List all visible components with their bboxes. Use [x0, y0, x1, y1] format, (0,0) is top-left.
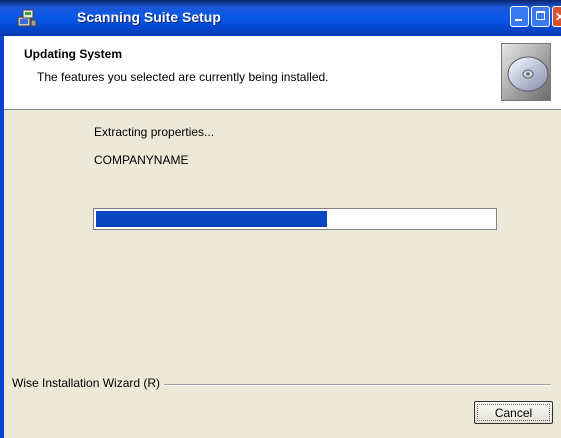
close-button[interactable]: ✕ [552, 6, 561, 27]
header-subtitle: The features you selected are currently … [37, 70, 329, 84]
cancel-button[interactable]: Cancel [474, 401, 553, 424]
cd-disc-icon [501, 43, 551, 101]
header-title: Updating System [24, 47, 123, 61]
status-action-text: Extracting properties... [94, 125, 215, 139]
minimize-button[interactable] [510, 6, 529, 27]
close-icon: ✕ [555, 10, 561, 24]
footer-brand-label: Wise Installation Wizard (R) [12, 376, 165, 390]
focus-rect [477, 404, 550, 421]
maximize-button[interactable] [531, 6, 550, 27]
status-detail-text: COMPANYNAME [94, 153, 189, 167]
title-bar[interactable]: Scanning Suite Setup ✕ [0, 0, 561, 36]
maximize-icon [536, 11, 545, 20]
setup-installer-icon [17, 8, 37, 28]
window-title: Scanning Suite Setup [77, 9, 221, 25]
dialog-header: Updating System The features you selecte… [4, 36, 561, 110]
setup-window: Scanning Suite Setup ✕ Updating System T… [0, 0, 561, 438]
install-progress-bar [93, 208, 497, 230]
progress-fill [96, 211, 327, 227]
minimize-icon [515, 19, 522, 21]
